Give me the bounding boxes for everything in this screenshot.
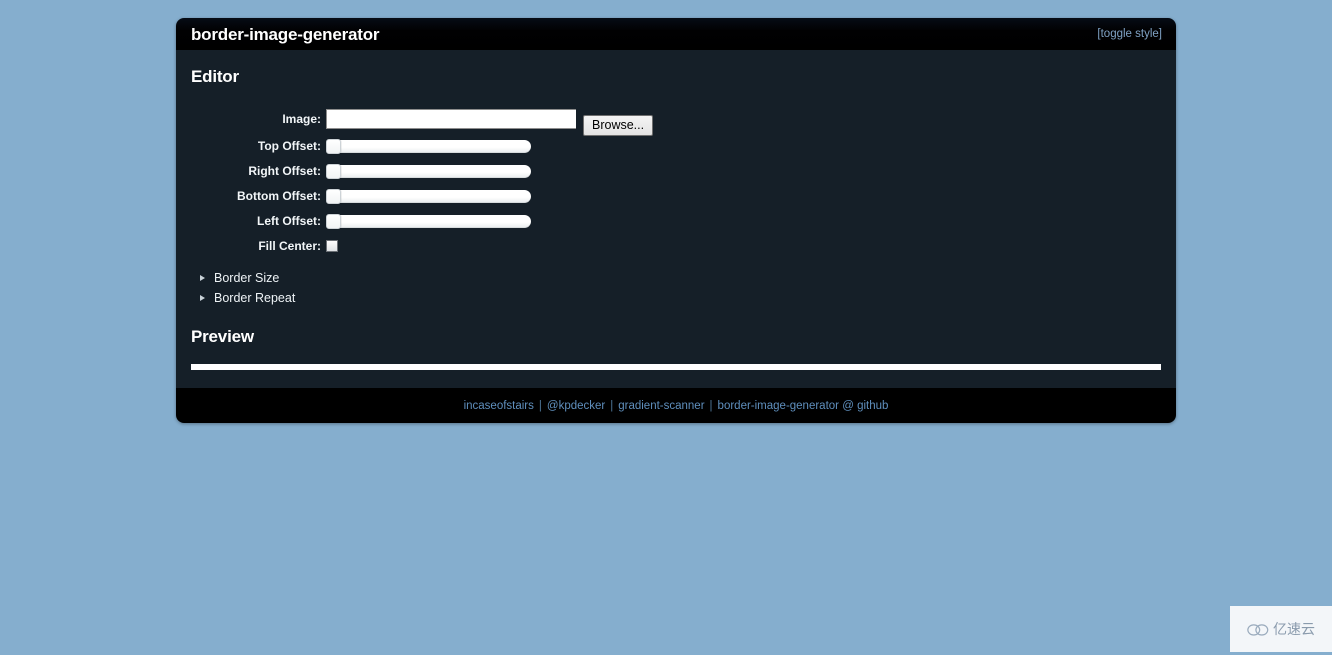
slider-handle[interactable] (326, 188, 341, 204)
watermark-text: 亿速云 (1273, 622, 1315, 638)
form-row-top-offset: Top Offset: (191, 137, 1161, 155)
form-row-left-offset: Left Offset: (191, 212, 1161, 230)
form-row-bottom-offset: Bottom Offset: (191, 187, 1161, 205)
editor-form: Image: Browse... Top Offset: Right Offse… (191, 107, 1161, 255)
form-row-fill-center: Fill Center: (191, 237, 1161, 255)
image-file-input[interactable]: Browse... (326, 109, 654, 136)
right-offset-slider[interactable] (326, 163, 531, 179)
disclosure-border-size[interactable]: Border Size (191, 271, 1161, 285)
slider-handle[interactable] (326, 163, 341, 179)
slider-track (326, 164, 531, 178)
top-offset-label: Top Offset: (257, 139, 321, 153)
form-row-image: Image: Browse... (191, 107, 1161, 136)
footer-separator: | (709, 399, 713, 412)
top-offset-slider[interactable] (326, 138, 531, 154)
preview-area (191, 364, 1161, 370)
app-window: border-image-generator [toggle style] Ed… (176, 18, 1176, 423)
slider-handle[interactable] (326, 138, 341, 154)
fill-center-label: Fill Center: (258, 239, 321, 253)
footer: incaseofstairs | @kpdecker | gradient-sc… (176, 388, 1176, 423)
footer-link-kpdecker[interactable]: @kpdecker (547, 400, 605, 412)
border-size-label: Border Size (214, 271, 280, 285)
triangle-right-icon (200, 295, 205, 301)
bottom-offset-label: Bottom Offset: (237, 189, 321, 203)
fill-center-checkbox[interactable] (326, 240, 338, 252)
image-path-field[interactable] (326, 109, 576, 129)
bottom-offset-slider[interactable] (326, 188, 531, 204)
page-title: border-image-generator (191, 24, 380, 44)
titlebar: border-image-generator [toggle style] (176, 18, 1176, 50)
left-offset-slider[interactable] (326, 213, 531, 229)
slider-track (326, 189, 531, 203)
preview-heading: Preview (191, 327, 254, 346)
editor-heading: Editor (191, 67, 239, 86)
footer-separator: | (610, 399, 614, 412)
footer-link-github[interactable]: border-image-generator @ github (718, 400, 889, 412)
image-label: Image: (282, 112, 321, 126)
watermark: 亿速云 (1230, 606, 1332, 652)
disclosure-border-repeat[interactable]: Border Repeat (191, 291, 1161, 305)
footer-separator: | (538, 399, 542, 412)
main-panel: Editor Image: Browse... Top Offset: Righ… (176, 50, 1176, 388)
left-offset-label: Left Offset: (257, 214, 321, 228)
toggle-style-link[interactable]: [toggle style] (1097, 28, 1162, 40)
slider-handle[interactable] (326, 213, 341, 229)
cloud-icon (1247, 623, 1269, 636)
form-row-right-offset: Right Offset: (191, 162, 1161, 180)
slider-track (326, 214, 531, 228)
border-repeat-label: Border Repeat (214, 291, 296, 305)
slider-track (326, 139, 531, 153)
footer-link-gradient-scanner[interactable]: gradient-scanner (618, 400, 704, 412)
browse-button[interactable]: Browse... (583, 115, 654, 136)
footer-link-incaseofstairs[interactable]: incaseofstairs (464, 400, 534, 412)
triangle-right-icon (200, 275, 205, 281)
right-offset-label: Right Offset: (248, 164, 321, 178)
border-option-groups: Border Size Border Repeat (191, 271, 1161, 305)
